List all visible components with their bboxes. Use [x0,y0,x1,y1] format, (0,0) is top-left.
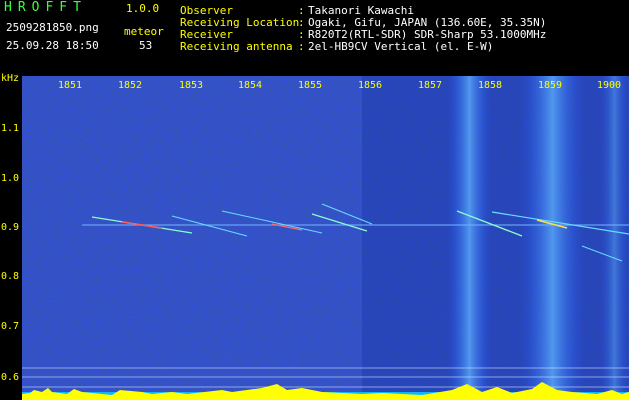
x-tick-label: 1859 [538,80,563,91]
info-label-antenna: Receiving antenna [180,40,293,53]
x-tick-label: 1857 [418,80,443,91]
interference-band [520,76,585,400]
y-tick-label: 0.6 [1,372,20,383]
spectrogram [22,76,629,400]
y-tick-label: 1.0 [1,173,20,184]
x-tick-label: 1855 [298,80,323,91]
app-version: 1.0.0 [126,2,160,15]
x-tick-label: 1858 [478,80,503,91]
meteor-label: meteor [124,25,164,38]
meteor-count: 53 [139,39,153,52]
file-timestamp: 25.09.28 18:50 [6,39,99,52]
info-sep: : [298,40,305,53]
interference-band [447,76,492,400]
x-tick-label: 1852 [118,80,143,91]
x-tick-label: 1900 [597,80,622,91]
y-tick-label: 0.8 [1,271,20,282]
x-tick-label: 1851 [58,80,83,91]
interference-band [600,76,629,400]
x-tick-label: 1856 [358,80,383,91]
noise-region [362,76,629,400]
x-tick-label: 1854 [238,80,263,91]
info-value-antenna: 2el-HB9CV Vertical (el. E-W) [308,40,494,53]
y-axis-unit: kHz [1,73,20,84]
y-tick-label: 1.1 [1,123,20,134]
y-tick-label: 0.7 [1,321,20,332]
x-tick-label: 1853 [179,80,204,91]
header: HROFFT 1.0.0 2509281850.png 25.09.28 18:… [0,0,629,72]
y-tick-label: 0.9 [1,222,20,233]
app-title: HROFFT [4,0,87,15]
file-name: 2509281850.png [6,21,99,34]
